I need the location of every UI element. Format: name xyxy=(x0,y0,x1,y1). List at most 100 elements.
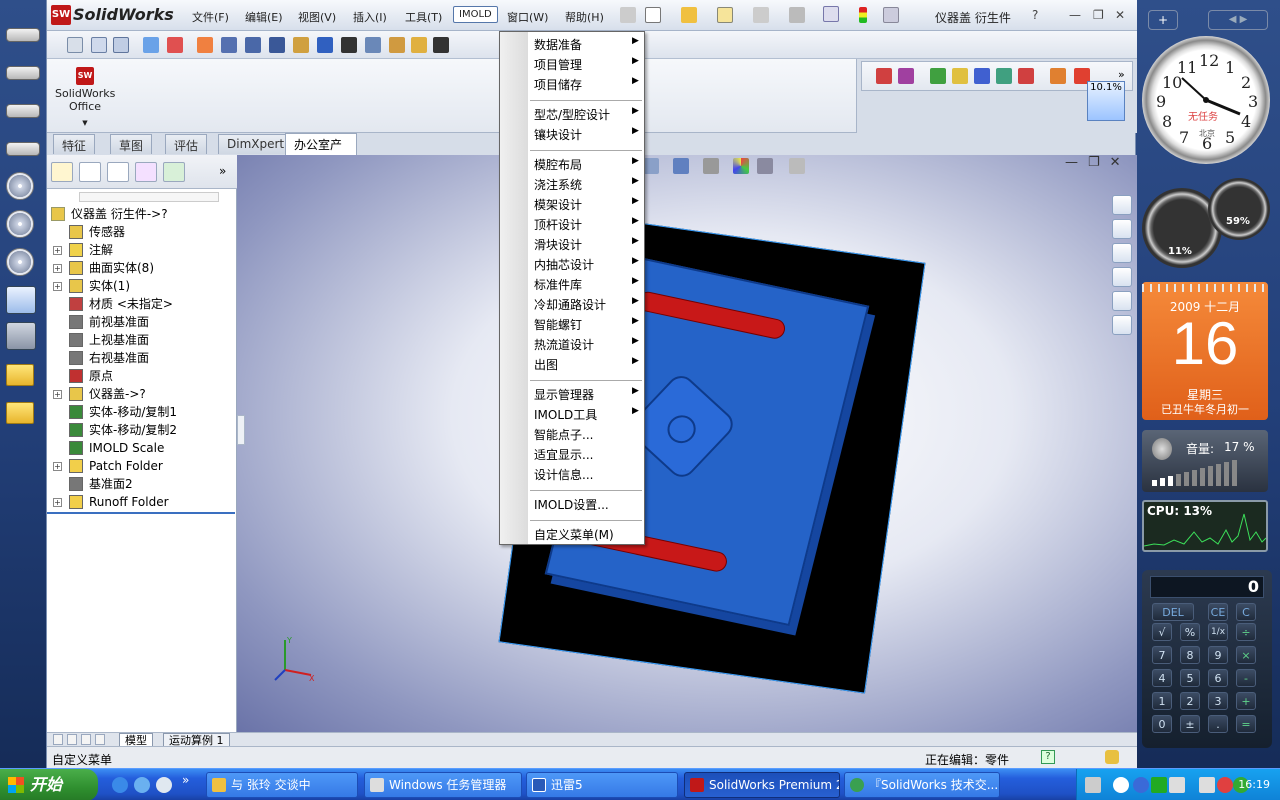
calc-key-plus[interactable]: + xyxy=(1236,692,1256,710)
browser-icon[interactable] xyxy=(134,777,150,793)
calc-key-reciprocal[interactable]: 1/x xyxy=(1208,623,1228,641)
tab-model[interactable]: 模型 xyxy=(119,733,153,747)
restore-button[interactable]: ❐ xyxy=(1093,8,1104,22)
imold-menu-item[interactable]: 镶块设计 ▶ xyxy=(534,126,639,143)
calc-key-6[interactable]: 6 xyxy=(1208,669,1228,687)
calc-key-equals[interactable]: = xyxy=(1236,715,1256,733)
tray-icon[interactable] xyxy=(1151,777,1167,793)
tab-motion-study[interactable]: 运动算例 1 xyxy=(163,733,230,747)
expand-toggle-icon[interactable]: + xyxy=(53,498,62,507)
toolbar-icon[interactable] xyxy=(1018,68,1034,84)
last-tab-button[interactable] xyxy=(95,734,105,745)
custom-properties-icon[interactable] xyxy=(1112,315,1132,335)
tree-item[interactable]: 基准面2 xyxy=(47,475,235,493)
display-style-icon[interactable] xyxy=(673,158,689,174)
calc-key-3[interactable]: 3 xyxy=(1208,692,1228,710)
imold-menu-item[interactable]: 数据准备 ▶ xyxy=(534,36,639,53)
expand-icon[interactable]: » xyxy=(182,773,189,787)
clock-gadget[interactable]: 12 1 2 3 4 5 6 7 8 9 10 11 无任务 北京 xyxy=(1142,36,1270,164)
menu-help[interactable]: 帮助(H) xyxy=(565,9,604,25)
imold-menu-item[interactable]: 设计信息... xyxy=(534,466,593,483)
imold-menu-item[interactable]: IMOLD工具 ▶ xyxy=(534,406,639,423)
tree-item[interactable]: + 注解 xyxy=(47,241,235,259)
calc-key-7[interactable]: 7 xyxy=(1152,646,1172,664)
library-icon[interactable] xyxy=(1112,219,1132,239)
imold-menu-item[interactable]: IMOLD设置... xyxy=(534,496,609,513)
graphics-viewport[interactable]: —❐✕ Y X xyxy=(237,155,1137,732)
drive-icon[interactable] xyxy=(6,142,40,156)
tree-item[interactable]: 材质 <未指定> xyxy=(47,295,235,313)
calc-key-decimal[interactable]: . xyxy=(1208,715,1228,733)
keyboard-icon[interactable] xyxy=(1085,777,1101,793)
toolbar-icon[interactable] xyxy=(269,37,285,53)
tree-filter[interactable] xyxy=(79,192,219,202)
undo-icon[interactable] xyxy=(789,7,805,23)
folder-icon[interactable] xyxy=(6,364,34,386)
viewport-window-controls[interactable]: —❐✕ xyxy=(1065,155,1131,170)
help-button[interactable]: ? xyxy=(1032,8,1038,22)
imold-menu-item[interactable]: 显示管理器 ▶ xyxy=(534,386,639,403)
expand-toggle-icon[interactable]: + xyxy=(53,390,62,399)
toolbar-icon[interactable] xyxy=(91,37,107,53)
select-arrow-icon[interactable] xyxy=(823,6,839,22)
view-settings-icon[interactable] xyxy=(789,158,805,174)
calc-key-1[interactable]: 1 xyxy=(1152,692,1172,710)
imold-menu-item[interactable]: 冷却通路设计 ▶ xyxy=(534,296,639,313)
tree-item[interactable]: + 仪器盖->? xyxy=(47,385,235,403)
computer-icon[interactable] xyxy=(6,322,36,350)
tree-item[interactable]: + 实体(1) xyxy=(47,277,235,295)
toolbar-icon[interactable] xyxy=(317,37,333,53)
toolbar-icon[interactable] xyxy=(930,68,946,84)
expand-icon[interactable]: » xyxy=(219,164,226,178)
home-icon[interactable] xyxy=(1112,195,1132,215)
property-manager-icon[interactable] xyxy=(79,162,101,182)
toolbar-icon[interactable] xyxy=(996,68,1012,84)
checklist-icon[interactable] xyxy=(6,286,36,314)
volume-gadget[interactable]: 音量: 17 % xyxy=(1142,430,1268,492)
folder-icon[interactable] xyxy=(6,402,34,424)
rollback-bar[interactable] xyxy=(47,512,235,514)
menu-tools[interactable]: 工具(T) xyxy=(405,9,442,25)
start-button[interactable]: 开始 xyxy=(0,769,98,800)
imold-menu-item[interactable]: 出图 ▶ xyxy=(534,356,639,373)
system-meter-gadget[interactable]: 11% 59% xyxy=(1142,178,1272,270)
menu-view[interactable]: 视图(V) xyxy=(298,9,336,25)
toolbar-icon[interactable] xyxy=(411,37,427,53)
media-icon[interactable] xyxy=(156,777,172,793)
network-icon[interactable] xyxy=(1169,777,1185,793)
toolbar-icon[interactable] xyxy=(898,68,914,84)
task-solidworks[interactable]: SolidWorks Premium 2... xyxy=(684,772,840,798)
configuration-manager-icon[interactable] xyxy=(107,162,129,182)
imold-menu-item[interactable]: 内抽芯设计 ▶ xyxy=(534,256,639,273)
calc-key-del[interactable]: DEL xyxy=(1152,603,1194,621)
new-document-icon[interactable] xyxy=(645,7,661,23)
toolbar-icon[interactable] xyxy=(389,37,405,53)
imold-menu-item[interactable]: 项目储存 ▶ xyxy=(534,76,639,93)
dimxpert-manager-icon[interactable] xyxy=(135,162,157,182)
save-warning-icon[interactable] xyxy=(717,7,733,23)
cpu-graph-gadget[interactable]: CPU: 13% xyxy=(1142,500,1268,552)
tree-root[interactable]: 仪器盖 衍生件->? xyxy=(47,205,235,223)
expand-toggle-icon[interactable]: + xyxy=(53,264,62,273)
imold-menu-item[interactable]: 标准件库 ▶ xyxy=(534,276,639,293)
feature-tree-icon[interactable] xyxy=(51,162,73,182)
options-icon[interactable] xyxy=(883,7,899,23)
toolbar-icon[interactable] xyxy=(433,37,449,53)
calendar-gadget[interactable]: 2009 十二月 16 星期三 已丑牛年冬月初一 xyxy=(1142,282,1268,420)
first-tab-button[interactable] xyxy=(53,734,63,745)
rebuild-icon[interactable] xyxy=(859,7,867,23)
calc-key-0[interactable]: 0 xyxy=(1152,715,1172,733)
tab-sketch[interactable]: 草图 xyxy=(110,134,153,154)
calc-key-2[interactable]: 2 xyxy=(1180,692,1200,710)
cd-drive-icon[interactable] xyxy=(6,172,34,200)
tray-icon[interactable] xyxy=(1133,777,1149,793)
hide-show-icon[interactable] xyxy=(703,158,719,174)
expand-toggle-icon[interactable]: + xyxy=(53,282,62,291)
drive-icon[interactable] xyxy=(6,28,40,42)
tray-icon[interactable] xyxy=(1199,777,1215,793)
menu-window[interactable]: 窗口(W) xyxy=(507,9,548,25)
drive-icon[interactable] xyxy=(6,104,40,118)
tree-item[interactable]: + Patch Folder xyxy=(47,457,235,475)
imold-menu-item[interactable]: 热流道设计 ▶ xyxy=(534,336,639,353)
tree-item[interactable]: 实体-移动/复制1 xyxy=(47,403,235,421)
